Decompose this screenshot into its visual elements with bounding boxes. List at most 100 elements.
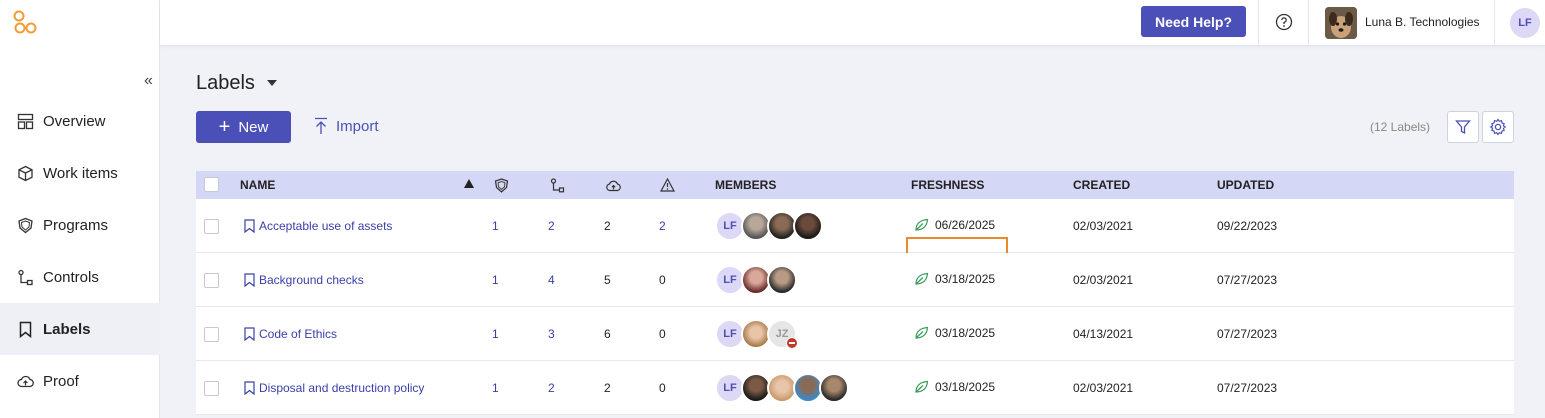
upload-arrow-icon [315,117,327,134]
proof-count: 2 [604,381,611,395]
leaf-icon [915,218,929,231]
sidebar: « Overview Work items Programs Controls … [0,0,160,418]
member-avatar-jz[interactable]: JZ [767,319,798,349]
settings-button[interactable] [1482,111,1514,143]
filter-button[interactable] [1447,111,1479,143]
question-circle-icon[interactable] [1275,13,1293,31]
freshness-cell: 03/18/2025 [914,326,995,340]
freshness-date: 06/26/2025 [935,218,996,232]
divider [1308,0,1309,46]
updated-date: 07/27/2023 [1217,273,1278,287]
member-avatar[interactable] [819,373,849,403]
select-all-checkbox[interactable] [204,177,219,192]
row-checkbox[interactable] [204,327,219,342]
sidebar-item-controls[interactable]: Controls [0,251,160,303]
sidebar-item-label: Programs [43,216,109,234]
row-checkbox[interactable] [204,381,219,396]
leaf-icon [915,326,929,339]
filter-icon [1455,120,1471,135]
import-button-label: Import [336,117,379,135]
header-proof-cloud-icon[interactable] [605,178,622,193]
flow-icon [18,269,33,285]
label-name: Background checks [259,273,364,287]
org-name[interactable]: Luna B. Technologies [1365,15,1480,29]
controls-count[interactable]: 2 [548,219,555,233]
plus-icon: + [218,116,231,138]
cloud-icon [17,375,34,387]
app-logo-icon[interactable] [12,10,38,36]
new-button-label: New [238,118,269,136]
programs-count[interactable]: 1 [492,327,499,341]
org-avatar[interactable] [1325,7,1357,39]
sidebar-item-label: Work items [43,164,118,182]
table-row[interactable]: Disposal and destruction policy 1 2 2 0 … [196,361,1514,415]
updated-date: 07/27/2023 [1217,327,1278,341]
members-avatars[interactable]: LF [715,373,849,403]
bookmark-icon [244,381,255,395]
table-row[interactable]: Code of Ethics 1 3 6 0 LF JZ 03/18/2025 … [196,307,1514,361]
issues-count: 0 [659,273,666,287]
leaf-icon [915,380,929,393]
member-avatar[interactable] [767,265,797,295]
header-members[interactable]: MEMBERS [715,178,776,192]
proof-count: 5 [604,273,611,287]
sidebar-item-overview[interactable]: Overview [0,95,160,147]
divider [1494,0,1495,46]
sidebar-item-proof[interactable]: Proof [0,355,160,407]
updated-date: 07/27/2023 [1217,381,1278,395]
header-controls-flow-icon[interactable] [550,178,565,193]
members-avatars[interactable]: LF [715,265,797,295]
label-name-link[interactable]: Acceptable use of assets [243,219,392,233]
freshness-cell: 03/18/2025 [914,272,995,286]
import-button[interactable]: Import [314,117,379,135]
controls-count[interactable]: 4 [548,273,555,287]
title-dropdown-caret-icon[interactable] [267,80,277,86]
issues-count: 0 [659,327,666,341]
sort-ascending-icon[interactable] [464,179,474,188]
sidebar-item-label: Overview [43,112,106,130]
header-issues-warning-icon[interactable] [660,178,675,192]
dashboard-icon [17,113,34,129]
sidebar-item-label: Proof [43,372,79,390]
new-button[interactable]: + New [196,111,291,143]
proof-count: 6 [604,327,611,341]
table-row[interactable]: Acceptable use of assets 1 2 2 2 LF 06/2… [196,199,1514,274]
freshness-date: 03/18/2025 [935,380,996,394]
bookmark-icon [244,219,255,233]
header-freshness[interactable]: FRESHNESS [911,178,984,192]
gear-icon [1489,118,1507,136]
programs-count[interactable]: 1 [492,273,499,287]
programs-count[interactable]: 1 [492,381,499,395]
user-avatar[interactable]: LF [1510,8,1540,38]
header-name[interactable]: NAME [240,178,275,192]
issues-count[interactable]: 2 [659,219,666,233]
freshness-date: 03/18/2025 [935,326,996,340]
members-avatars[interactable]: LF JZ [715,319,798,349]
programs-count[interactable]: 1 [492,219,499,233]
row-checkbox[interactable] [204,273,219,288]
row-checkbox[interactable] [204,219,219,234]
page-title[interactable]: Labels [196,72,255,95]
header-programs-shield-icon[interactable] [494,178,509,193]
label-name-link[interactable]: Code of Ethics [243,327,337,341]
blocked-icon [786,337,798,349]
sidebar-item-label: Controls [43,268,99,286]
member-avatar[interactable] [793,211,823,241]
need-help-button[interactable]: Need Help? [1141,6,1246,37]
sidebar-item-programs[interactable]: Programs [0,199,160,251]
label-name-link[interactable]: Background checks [243,273,364,287]
created-date: 02/03/2021 [1073,219,1134,233]
header-created[interactable]: CREATED [1073,178,1130,192]
members-avatars[interactable]: LF [715,211,823,241]
header-updated[interactable]: UPDATED [1217,178,1274,192]
bookmark-icon [244,327,255,341]
label-name-link[interactable]: Disposal and destruction policy [243,381,424,395]
controls-count[interactable]: 2 [548,381,555,395]
collapse-sidebar-icon[interactable]: « [144,72,153,90]
table-row[interactable]: Background checks 1 4 5 0 LF 03/18/2025 … [196,253,1514,307]
sidebar-item-labels[interactable]: Labels [0,303,160,355]
controls-count[interactable]: 3 [548,327,555,341]
created-date: 04/13/2021 [1073,327,1134,341]
sidebar-item-work-items[interactable]: Work items [0,147,160,199]
created-date: 02/03/2021 [1073,381,1134,395]
